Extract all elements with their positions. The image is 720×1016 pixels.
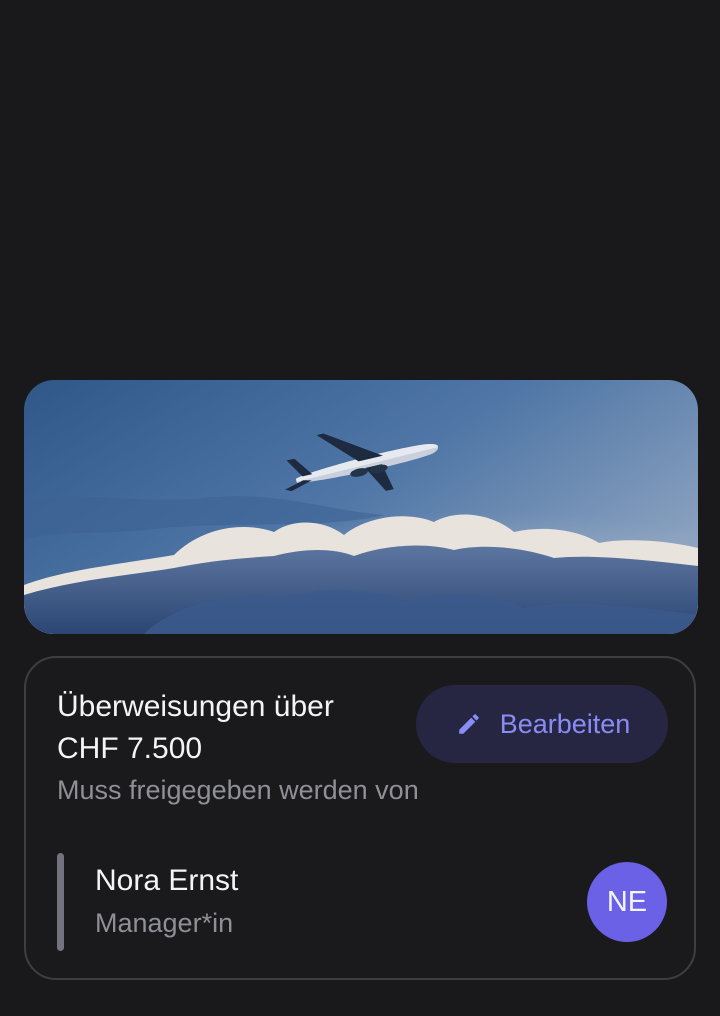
- pencil-icon: [456, 711, 482, 737]
- avatar: NE: [587, 862, 667, 942]
- hero-image: [24, 380, 698, 634]
- airplane-sky-photo: [24, 380, 698, 634]
- page: Überweisungen über CHF 7.500 Bearbeiten …: [0, 0, 720, 1016]
- card-title: Überweisungen über CHF 7.500: [57, 690, 334, 765]
- approver-name: Nora Ernst: [95, 864, 239, 897]
- approval-card: Überweisungen über CHF 7.500 Bearbeiten …: [24, 656, 696, 980]
- card-subtitle: Muss freigegeben werden von: [57, 775, 419, 805]
- approver-role: Manager*in: [95, 908, 234, 938]
- approver-indicator-bar: [57, 853, 64, 951]
- approver-row[interactable]: Nora Ernst Manager*in NE: [57, 850, 667, 954]
- edit-button[interactable]: Bearbeiten: [416, 685, 668, 763]
- edit-button-label: Bearbeiten: [499, 708, 631, 739]
